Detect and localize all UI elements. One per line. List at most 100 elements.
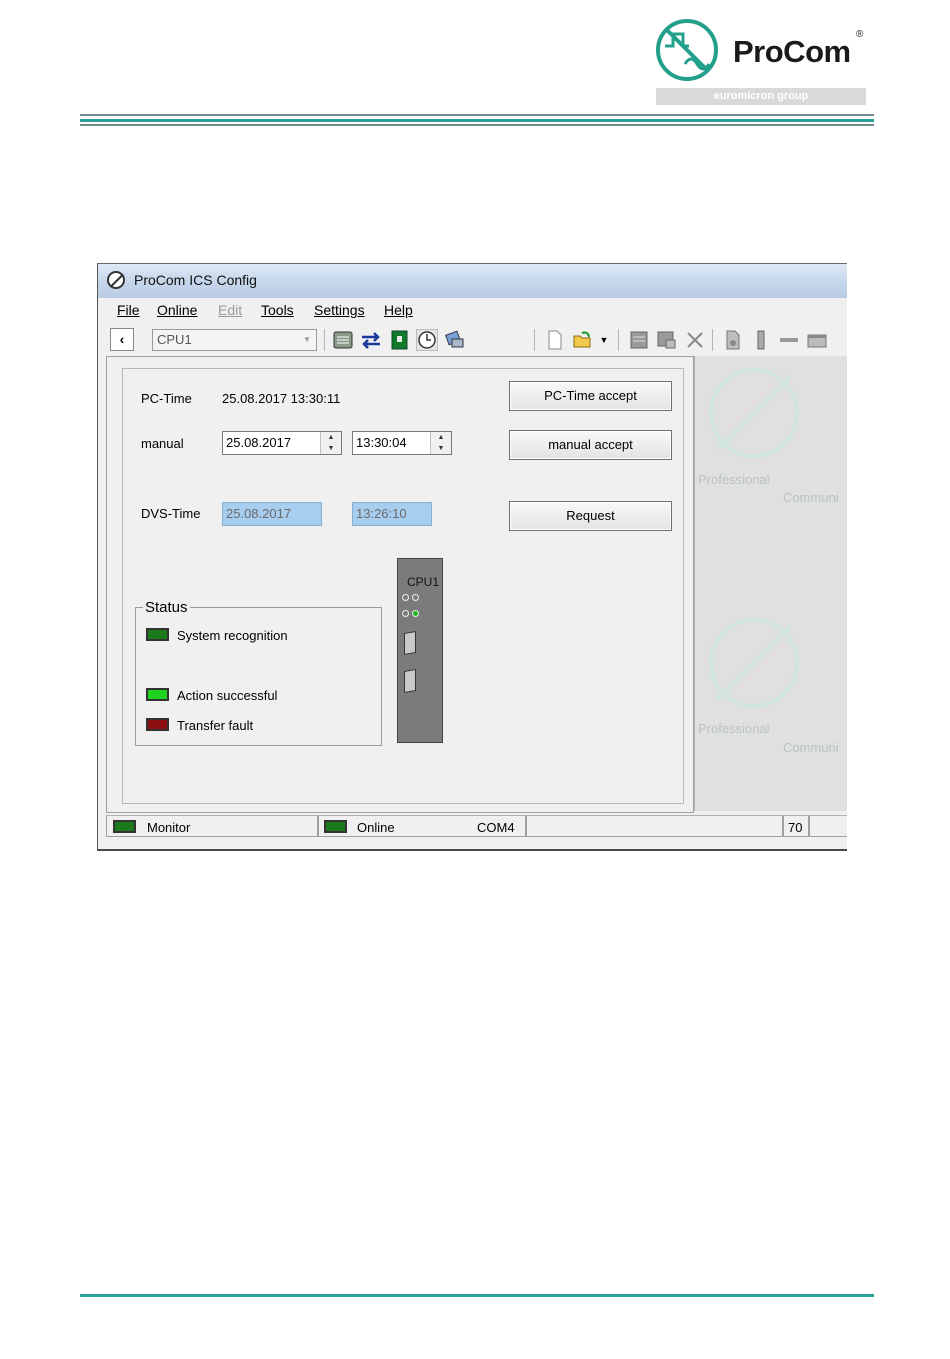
logo-registered-mark: ® (856, 29, 864, 40)
request-button[interactable]: Request (509, 501, 672, 531)
manual-date-value: 25.08.2017 (226, 435, 292, 450)
time-spinner[interactable]: ▲ ▼ (430, 432, 451, 454)
ruler-icon[interactable] (750, 329, 772, 351)
pc-time-value: 25.08.2017 13:30:11 (222, 391, 341, 406)
action-successful-label: Action successful (177, 688, 278, 703)
watermark-logo-icon (709, 618, 799, 708)
delete-icon[interactable] (684, 329, 706, 351)
device-combo-value: CPU1 (157, 332, 192, 347)
serial-port-icon (404, 630, 416, 656)
menu-tools[interactable]: Tools (261, 302, 294, 318)
cpu-module-label: CPU1 (407, 575, 440, 589)
toolbar-separator (712, 329, 713, 351)
toolbar-separator (618, 329, 619, 351)
print-icon[interactable] (628, 329, 650, 351)
spin-down-icon[interactable]: ▼ (321, 443, 341, 454)
spin-up-icon[interactable]: ▲ (321, 432, 341, 443)
open-folder-icon[interactable] (572, 329, 594, 351)
cpu-module[interactable]: CPU1 (397, 558, 443, 743)
app-window: ProCom ICS Config File Online Edit Tools… (97, 263, 847, 851)
time-panel-frame: PC-Time 25.08.2017 13:30:11 manual 25.08… (122, 368, 684, 804)
system-recognition-label: System recognition (177, 628, 288, 643)
cpu-led-active-icon (412, 610, 419, 617)
module-icon[interactable] (388, 329, 410, 351)
watermark-text: Communi (783, 740, 839, 755)
monitor-label: Monitor (147, 820, 191, 835)
system-recognition-led (146, 628, 169, 641)
transfer-arrows-icon[interactable] (360, 329, 382, 351)
cpu-led-icon (412, 594, 419, 601)
pc-time-accept-button[interactable]: PC-Time accept (509, 381, 672, 411)
footer-rule (80, 1294, 874, 1297)
serial-port-icon (404, 668, 416, 694)
date-spinner[interactable]: ▲ ▼ (320, 432, 341, 454)
device-combo[interactable]: CPU1 ▼ (152, 329, 317, 351)
dvs-time-label: DVS-Time (141, 506, 201, 521)
menu-online-label: Online (157, 302, 198, 318)
back-button[interactable]: ‹ (110, 328, 134, 351)
watermark-logo-icon (709, 368, 799, 458)
procom-logo-icon (656, 19, 718, 81)
status-bar: Monitor Online COM4 70 (106, 814, 847, 838)
menu-help[interactable]: Help (384, 302, 413, 318)
title-bar[interactable]: ProCom ICS Config (98, 264, 847, 298)
manual-label: manual (141, 436, 184, 451)
print-preview-icon[interactable] (656, 329, 678, 351)
menu-settings-label: Settings (314, 302, 365, 318)
menu-file-label: File (117, 302, 140, 318)
com-port-label: COM4 (477, 820, 515, 835)
window-icon[interactable] (806, 329, 828, 351)
online-led (324, 820, 347, 833)
menu-settings[interactable]: Settings (314, 302, 365, 318)
status-extra (809, 815, 847, 837)
logo-group-bar: euromicron group (656, 88, 866, 105)
status-title: Status (143, 599, 190, 616)
status-number-value: 70 (788, 820, 803, 835)
action-successful-led (146, 688, 169, 701)
list-icon[interactable] (332, 329, 354, 351)
manual-accept-button[interactable]: manual accept (509, 430, 672, 460)
logo-name: ProCom (733, 34, 851, 69)
toolbar-separator (324, 329, 325, 351)
settings-icon[interactable] (722, 329, 744, 351)
cpu-led-icon (402, 594, 409, 601)
manual-time-value: 13:30:04 (356, 435, 407, 450)
header-rule (80, 124, 874, 126)
dvs-time-value: 13:26:10 (356, 506, 407, 521)
header-rule (80, 114, 874, 116)
watermark-text: Communi (783, 490, 839, 505)
network-icon[interactable] (444, 329, 466, 351)
cpu-led-icon (402, 610, 409, 617)
dvs-date-value: 25.08.2017 (226, 506, 292, 521)
toolbar: ‹ CPU1 ▼ ▼ (108, 326, 847, 354)
monitor-led (113, 820, 136, 833)
watermark-text: Professional (698, 721, 770, 736)
manual-time-input[interactable]: 13:30:04 ▲ ▼ (352, 431, 452, 455)
watermark-panel: Professional Communi Professional Commun… (694, 356, 847, 811)
new-file-icon[interactable] (544, 329, 566, 351)
menu-online[interactable]: Online (157, 302, 197, 318)
spin-up-icon[interactable]: ▲ (431, 432, 451, 443)
dvs-date-field: 25.08.2017 (222, 502, 322, 526)
dropdown-arrow-icon[interactable]: ▼ (598, 329, 610, 351)
menu-edit[interactable]: Edit (218, 302, 242, 318)
time-panel: PC-Time 25.08.2017 13:30:11 manual 25.08… (106, 356, 694, 813)
online-label: Online (357, 820, 395, 835)
status-group: Status System recognition Action success… (135, 599, 382, 746)
window-title: ProCom ICS Config (134, 272, 257, 288)
dvs-time-field: 13:26:10 (352, 502, 432, 526)
menu-tools-label: Tools (261, 302, 294, 318)
procom-logo: ProCom ® euromicron group (655, 18, 867, 106)
minimize-icon[interactable] (778, 329, 800, 351)
app-icon (107, 271, 125, 289)
chevron-down-icon: ▼ (303, 335, 311, 344)
clock-icon[interactable] (416, 329, 438, 351)
status-number: 70 (783, 815, 809, 837)
menu-help-label: Help (384, 302, 413, 318)
manual-date-input[interactable]: 25.08.2017 ▲ ▼ (222, 431, 342, 455)
watermark-text: Professional (698, 472, 770, 487)
spin-down-icon[interactable]: ▼ (431, 443, 451, 454)
status-monitor: Monitor (106, 815, 318, 837)
pc-time-label: PC-Time (141, 391, 192, 406)
menu-file[interactable]: File (117, 302, 140, 318)
